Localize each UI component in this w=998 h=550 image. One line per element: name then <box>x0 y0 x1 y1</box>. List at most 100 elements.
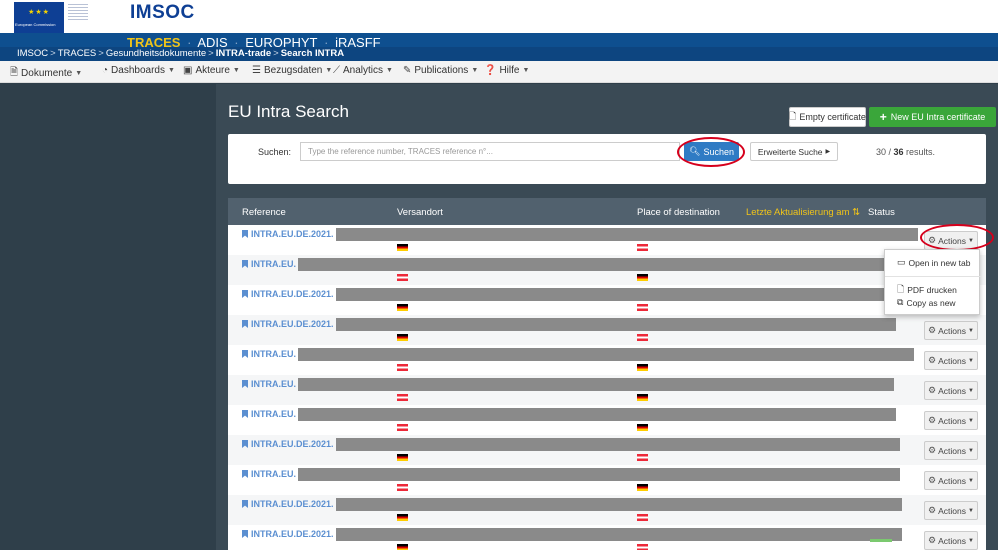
actions-button[interactable]: ⚙ Actions ▼ <box>924 471 978 490</box>
table-row: INTRA.EU. <box>228 255 986 285</box>
breadcrumb-item[interactable]: IMSOC <box>17 48 48 59</box>
highlight-ring-actions-button <box>920 224 994 251</box>
bookmark-icon <box>242 350 248 358</box>
bookmark-icon <box>242 410 248 418</box>
logo-lines-decoration <box>68 4 88 20</box>
gear-icon: ⚙ <box>928 445 937 455</box>
flag-germany-icon <box>397 304 408 311</box>
highlight-ring-search-button <box>677 137 745 167</box>
menu-divider <box>885 276 981 277</box>
reference-link[interactable]: INTRA.EU.DE.2021. <box>242 439 334 449</box>
reference-link[interactable]: INTRA.EU.DE.2021. <box>242 229 334 239</box>
caret-right-icon: ▶ <box>825 149 831 155</box>
pen-icon: ✎ <box>403 65 412 76</box>
reference-link[interactable]: INTRA.EU. <box>242 409 296 419</box>
menu-akteure[interactable]: ▣ Akteure ▼ <box>183 65 240 76</box>
search-input[interactable]: Type the reference number, TRACES refere… <box>300 142 680 161</box>
caret-down-icon: ▼ <box>522 67 530 74</box>
plus-icon: + <box>879 110 887 124</box>
breadcrumb-current: Search INTRA <box>280 48 345 59</box>
actions-button[interactable]: ⚙ Actions ▼ <box>924 441 978 460</box>
actions-dropdown-menu: ▭ Open in new tab 🗋 PDF drucken ⧉ Copy as n… <box>884 249 981 315</box>
actions-button[interactable]: ⚙ Actions ▼ <box>924 381 978 400</box>
redacted-block <box>298 408 896 421</box>
flag-germany-icon <box>397 244 408 251</box>
column-destination[interactable]: Place of destination <box>637 207 720 218</box>
caret-down-icon: ▼ <box>968 477 974 484</box>
table-row: INTRA.EU. ⚙ Actions ▼ <box>228 345 986 375</box>
sidebar <box>0 84 216 550</box>
actions-button[interactable]: ⚙ Actions ▼ <box>924 351 978 370</box>
bookmark-icon <box>242 380 248 388</box>
redacted-block <box>336 318 896 331</box>
column-last-update[interactable]: Letzte Aktualisierung am ⇅ <box>746 207 860 218</box>
flag-germany-icon <box>637 394 648 401</box>
reference-link[interactable]: INTRA.EU.DE.2021. <box>242 319 334 329</box>
actions-button[interactable]: ⚙ Actions ▼ <box>924 321 978 340</box>
bookmark-icon <box>242 230 248 238</box>
window-icon: ▭ <box>897 257 906 267</box>
flag-austria-icon <box>397 364 408 371</box>
actions-button[interactable]: ⚙ Actions ▼ <box>924 531 978 550</box>
dashboard-icon: ◔ <box>102 65 109 76</box>
document-icon: 🗋 <box>789 111 797 121</box>
main-menu: 🗎 Dokumente ▼ ◔ Dashboards ▼ ▣ Akteure ▼ ☰ Bezu… <box>0 61 998 83</box>
menu-hilfe[interactable]: ❓ Hilfe ▼ <box>484 65 529 76</box>
gear-icon: ⚙ <box>928 355 937 365</box>
redacted-block <box>298 378 894 391</box>
bookmark-icon <box>242 440 248 448</box>
eu-flag-icon: ★★★ <box>14 2 64 22</box>
actions-button[interactable]: ⚙ Actions ▼ <box>924 411 978 430</box>
gear-icon: ⚙ <box>928 385 937 395</box>
reference-link[interactable]: INTRA.EU. <box>242 349 296 359</box>
reference-link[interactable]: INTRA.EU. <box>242 469 296 479</box>
results-count: 30 / 36 results. <box>876 147 936 157</box>
table-row: INTRA.EU. ⚙ Actions ▼ <box>228 375 986 405</box>
flag-austria-icon <box>637 304 648 311</box>
menu-analytics[interactable]: ⟋ Analytics ▼ <box>333 65 393 76</box>
menu-dokumente[interactable]: 🗎 Dokumente ▼ <box>10 65 82 82</box>
top-header: ★★★ European Commission IMSOC <box>0 0 998 34</box>
flag-germany-icon <box>637 274 648 281</box>
table-row: INTRA.EU.DE.2021. ⚙ Actions ▼ <box>228 315 986 345</box>
menu-bezugsdaten[interactable]: ☰ Bezugsdaten ▼ <box>252 65 332 76</box>
empty-certificate-button[interactable]: 🗋 Empty certificate <box>789 107 866 127</box>
reference-link[interactable]: INTRA.EU.DE.2021. <box>242 289 334 299</box>
breadcrumb-item[interactable]: TRACES <box>58 48 97 59</box>
table-row: INTRA.EU.DE.2021. ⚙ Actions ▼ <box>228 525 986 550</box>
app-title[interactable]: IMSOC <box>130 2 195 24</box>
caret-down-icon: ▼ <box>968 447 974 454</box>
open-in-new-tab-item[interactable]: ▭ Open in new tab <box>897 257 970 268</box>
menu-publications[interactable]: ✎ Publications ▼ <box>403 65 478 76</box>
reference-link[interactable]: INTRA.EU. <box>242 259 296 269</box>
pdf-print-item[interactable]: 🗋 PDF drucken <box>897 282 957 298</box>
redacted-block <box>336 288 896 301</box>
advanced-search-button[interactable]: Erweiterte Suche ▶ <box>750 142 838 161</box>
flag-germany-icon <box>637 424 648 431</box>
flag-germany-icon <box>397 454 408 461</box>
actions-button[interactable]: ⚙ Actions ▼ <box>924 501 978 520</box>
reference-link[interactable]: INTRA.EU. <box>242 379 296 389</box>
column-status[interactable]: Status <box>868 207 895 218</box>
caret-down-icon: ▼ <box>75 70 83 77</box>
redacted-block <box>336 438 900 451</box>
column-reference[interactable]: Reference <box>242 207 286 218</box>
column-versandort[interactable]: Versandort <box>397 207 443 218</box>
menu-dashboards[interactable]: ◔ Dashboards ▼ <box>102 65 175 76</box>
copy-as-new-item[interactable]: ⧉ Copy as new <box>897 297 956 308</box>
european-commission-logo[interactable]: ★★★ European Commission <box>14 2 104 34</box>
breadcrumb-item[interactable]: Gesundheitsdokumente <box>106 48 206 59</box>
reference-link[interactable]: INTRA.EU.DE.2021. <box>242 499 334 509</box>
caret-down-icon: ▼ <box>968 387 974 394</box>
new-certificate-button[interactable]: + New EU Intra certificate <box>869 107 996 127</box>
flag-germany-icon <box>637 364 648 371</box>
caret-down-icon: ▼ <box>167 67 175 74</box>
gear-icon: ⚙ <box>928 535 937 545</box>
caret-down-icon: ▼ <box>325 67 333 74</box>
table-row: INTRA.EU.DE.2021. ⚙ Actions ▼ <box>228 225 986 255</box>
document-icon: 🗋 <box>897 284 905 294</box>
reference-link[interactable]: INTRA.EU.DE.2021. <box>242 529 334 539</box>
redacted-block <box>298 348 914 361</box>
breadcrumb-item[interactable]: INTRA-trade <box>216 48 271 59</box>
table-row: INTRA.EU.DE.2021. ⚙ Actions ▼ <box>228 435 986 465</box>
